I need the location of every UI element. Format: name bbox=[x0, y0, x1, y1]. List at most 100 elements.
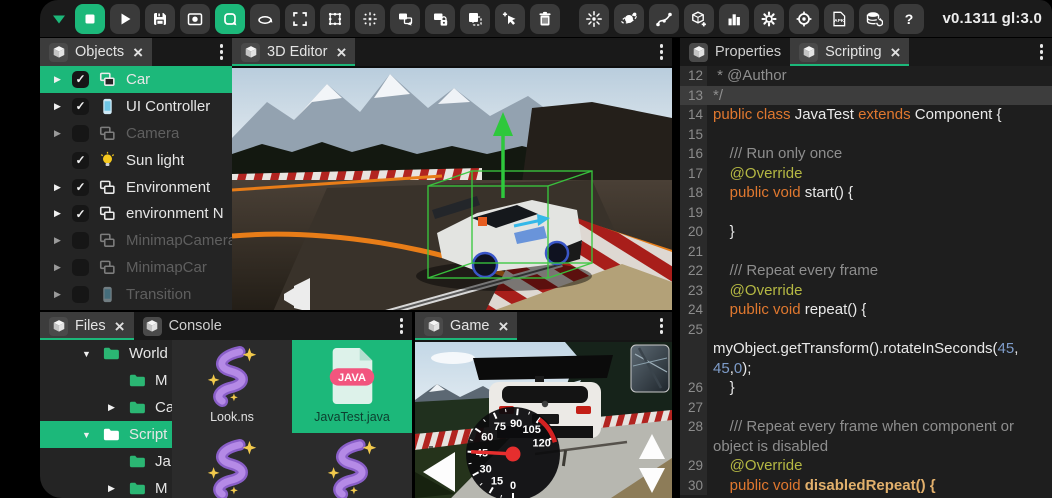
expand-arrow-icon[interactable]: ▼ bbox=[82, 349, 91, 359]
brake-button[interactable] bbox=[639, 468, 665, 493]
object-row-minimapcar[interactable]: ▶MinimapCar bbox=[40, 254, 232, 281]
stop-button[interactable] bbox=[75, 4, 105, 34]
expand-arrow-icon[interactable]: ▶ bbox=[108, 483, 115, 494]
object-row-car[interactable]: ▶✓Car bbox=[40, 66, 232, 93]
visibility-checkbox[interactable]: ✓ bbox=[72, 98, 89, 115]
code-line[interactable]: 20 } bbox=[680, 222, 1052, 242]
object-row-environment-n[interactable]: ▶✓environment N bbox=[40, 200, 232, 227]
code-line[interactable]: 13*/ bbox=[680, 86, 1052, 106]
code-line[interactable]: 26 } bbox=[680, 378, 1052, 398]
visibility-checkbox[interactable] bbox=[72, 259, 89, 276]
file-tile-javatest-java[interactable]: JAVAJavaTest.java bbox=[292, 340, 412, 433]
pointer-tool-button[interactable] bbox=[495, 4, 525, 34]
rotate-tool-button[interactable] bbox=[250, 4, 280, 34]
close-icon[interactable]: × bbox=[336, 44, 346, 61]
code-line[interactable]: 28 /// Repeat every frame when component… bbox=[680, 417, 1052, 437]
stats-button[interactable] bbox=[719, 4, 749, 34]
code-editor[interactable]: 12 * @Author13*/14public class JavaTest … bbox=[680, 66, 1052, 498]
file-tile-lod-ns[interactable]: LOD.ns bbox=[292, 433, 412, 498]
spline-button[interactable] bbox=[649, 4, 679, 34]
bounds-tool-button[interactable] bbox=[320, 4, 350, 34]
expand-arrow-icon[interactable]: ▶ bbox=[54, 208, 72, 219]
scale-tool-button[interactable] bbox=[285, 4, 315, 34]
build-button[interactable] bbox=[789, 4, 819, 34]
expand-arrow-icon[interactable]: ▶ bbox=[54, 262, 72, 273]
expand-arrow-icon[interactable]: ▶ bbox=[54, 74, 72, 85]
expand-arrow-icon[interactable]: ▶ bbox=[108, 402, 115, 413]
close-icon[interactable]: × bbox=[115, 318, 125, 335]
close-icon[interactable]: × bbox=[891, 44, 901, 61]
add-object-button[interactable] bbox=[684, 4, 714, 34]
code-line[interactable]: 25 bbox=[680, 320, 1052, 340]
game-viewport[interactable]: 0153045607590105120 bbox=[415, 342, 672, 498]
scripting-menu-button[interactable] bbox=[1031, 44, 1052, 60]
expand-arrow-icon[interactable]: ▶ bbox=[54, 289, 72, 300]
visibility-checkbox[interactable]: ✓ bbox=[72, 205, 89, 222]
visibility-checkbox[interactable] bbox=[72, 125, 89, 142]
code-line[interactable]: object is disabled bbox=[680, 437, 1052, 457]
tab-console[interactable]: Console bbox=[134, 312, 231, 340]
save-button[interactable] bbox=[145, 4, 175, 34]
editor-3d-menu-button[interactable] bbox=[651, 44, 673, 60]
backup-button[interactable] bbox=[859, 4, 889, 34]
code-line[interactable]: 45,0); bbox=[680, 359, 1052, 379]
code-line[interactable]: 14public class JavaTest extends Componen… bbox=[680, 105, 1052, 125]
tab-objects[interactable]: Objects × bbox=[40, 38, 152, 66]
code-line[interactable]: 22 /// Repeat every frame bbox=[680, 261, 1052, 281]
close-icon[interactable]: × bbox=[499, 318, 509, 335]
preview-button[interactable] bbox=[180, 4, 210, 34]
code-line[interactable]: 19 bbox=[680, 203, 1052, 223]
visibility-checkbox[interactable] bbox=[72, 232, 89, 249]
tab-game[interactable]: Game × bbox=[415, 312, 517, 340]
expand-arrow-icon[interactable]: ▶ bbox=[54, 235, 72, 246]
expand-arrow-icon[interactable]: ▼ bbox=[82, 430, 91, 440]
help-button[interactable]: ? bbox=[894, 4, 924, 34]
lock-object-button[interactable] bbox=[425, 4, 455, 34]
files-menu-button[interactable] bbox=[391, 318, 413, 334]
code-line[interactable]: 21 bbox=[680, 242, 1052, 262]
copy-button[interactable] bbox=[460, 4, 490, 34]
settings-button[interactable] bbox=[754, 4, 784, 34]
code-line[interactable]: 29 @Override bbox=[680, 456, 1052, 476]
code-line[interactable]: 24 public void repeat() { bbox=[680, 300, 1052, 320]
objects-menu-button[interactable] bbox=[211, 44, 233, 60]
object-row-environment[interactable]: ▶✓Environment bbox=[40, 174, 232, 201]
game-menu-button[interactable] bbox=[651, 318, 673, 334]
delete-button[interactable] bbox=[530, 4, 560, 34]
object-row-ui-controller[interactable]: ▶✓UI Controller bbox=[40, 93, 232, 120]
expand-arrow-icon[interactable]: ▶ bbox=[54, 128, 72, 139]
accelerate-button[interactable] bbox=[639, 434, 665, 459]
file-tile-look-ns[interactable]: Look.ns bbox=[172, 340, 292, 433]
object-row-camera[interactable]: ▶Camera bbox=[40, 120, 232, 147]
code-line[interactable]: myObject.getTransform().rotateInSeconds(… bbox=[680, 339, 1052, 359]
visibility-checkbox[interactable] bbox=[72, 286, 89, 303]
code-line[interactable]: 27 bbox=[680, 398, 1052, 418]
code-line[interactable]: 30 public void disabledRepeat() { bbox=[680, 476, 1052, 496]
code-line[interactable]: 16 /// Run only once bbox=[680, 144, 1052, 164]
code-line[interactable]: 23 @Override bbox=[680, 281, 1052, 301]
duplicate-button[interactable] bbox=[390, 4, 420, 34]
object-row-sun-light[interactable]: ✓Sun light bbox=[40, 147, 232, 174]
visibility-checkbox[interactable]: ✓ bbox=[72, 71, 89, 88]
code-line[interactable]: 17 @Override bbox=[680, 164, 1052, 184]
object-row-transition[interactable]: ▶Transition bbox=[40, 281, 232, 308]
run-mode-dropdown[interactable] bbox=[48, 4, 70, 34]
file-tile-minimapcar-ns[interactable]: MinimapCar.ns bbox=[172, 433, 292, 498]
close-icon[interactable]: × bbox=[133, 44, 143, 61]
tab-properties[interactable]: Properties bbox=[680, 38, 790, 66]
play-button[interactable] bbox=[110, 4, 140, 34]
visibility-checkbox[interactable]: ✓ bbox=[72, 152, 89, 169]
tab-3d-editor[interactable]: 3D Editor × bbox=[232, 38, 355, 66]
physics-button[interactable] bbox=[614, 4, 644, 34]
tab-scripting[interactable]: Scripting × bbox=[790, 38, 909, 66]
steer-left-button[interactable] bbox=[423, 452, 455, 492]
code-line[interactable]: 15 bbox=[680, 125, 1052, 145]
editor-3d-viewport[interactable] bbox=[232, 68, 672, 310]
snap-tool-button[interactable] bbox=[355, 4, 385, 34]
expand-arrow-icon[interactable]: ▶ bbox=[54, 182, 72, 193]
code-line[interactable]: 12 * @Author bbox=[680, 66, 1052, 86]
tab-files[interactable]: Files × bbox=[40, 312, 134, 340]
effects-button[interactable] bbox=[579, 4, 609, 34]
code-line[interactable]: 18 public void start() { bbox=[680, 183, 1052, 203]
visibility-checkbox[interactable]: ✓ bbox=[72, 179, 89, 196]
